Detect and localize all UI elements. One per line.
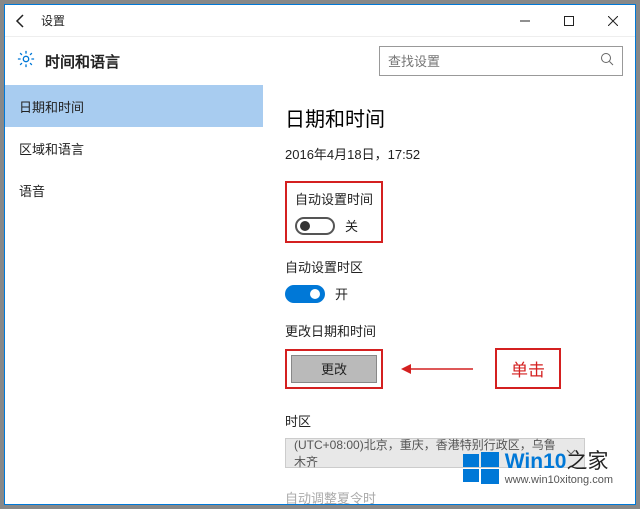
timezone-label: 时区	[285, 411, 613, 430]
watermark-url: www.win10xitong.com	[505, 474, 613, 486]
change-datetime-label: 更改日期和时间	[285, 321, 613, 340]
titlebar: 设置	[5, 5, 635, 37]
sidebar-item-label: 区域和语言	[19, 139, 84, 158]
window-title: 设置	[41, 12, 65, 29]
current-datetime: 2016年4月18日，17:52	[285, 144, 613, 163]
maximize-button[interactable]	[547, 5, 591, 37]
sidebar-item-label: 日期和时间	[19, 97, 84, 116]
annotation-box-change: 更改	[285, 349, 383, 389]
sidebar: 日期和时间 区域和语言 语音	[5, 85, 263, 504]
annotation-arrow	[401, 359, 473, 379]
page-heading: 日期和时间	[285, 103, 613, 132]
sidebar-item-region[interactable]: 区域和语言	[5, 127, 263, 169]
sidebar-item-datetime[interactable]: 日期和时间	[5, 85, 263, 127]
search-input[interactable]	[388, 54, 600, 69]
dst-label: 自动调整夏令时	[285, 488, 613, 504]
gear-icon	[17, 50, 35, 73]
auto-tz-label: 自动设置时区	[285, 257, 613, 276]
annotation-box-auto-time: 自动设置时间 关	[285, 181, 383, 243]
sidebar-item-speech[interactable]: 语音	[5, 169, 263, 211]
search-icon	[600, 52, 614, 71]
change-button[interactable]: 更改	[291, 355, 377, 383]
watermark-brand: Win10之家	[505, 450, 613, 473]
sidebar-item-label: 语音	[19, 181, 45, 200]
annotation-callout: 单击	[495, 348, 561, 389]
watermark: Win10之家 www.win10xitong.com	[461, 448, 613, 488]
search-box[interactable]	[379, 46, 623, 76]
auto-time-label: 自动设置时间	[295, 189, 373, 208]
header-title: 时间和语言	[45, 51, 120, 72]
windows-logo-icon	[461, 448, 501, 488]
close-button[interactable]	[591, 5, 635, 37]
auto-tz-toggle[interactable]	[285, 285, 325, 303]
auto-time-toggle[interactable]	[295, 217, 335, 235]
auto-time-state: 关	[345, 216, 358, 235]
header: 时间和语言	[5, 37, 635, 85]
minimize-button[interactable]	[503, 5, 547, 37]
body: 日期和时间 区域和语言 语音 日期和时间 2016年4月18日，17:52 自动…	[5, 85, 635, 504]
window-controls	[503, 5, 635, 37]
auto-tz-state: 开	[335, 284, 348, 303]
back-button[interactable]	[5, 5, 37, 37]
content-pane: 日期和时间 2016年4月18日，17:52 自动设置时间 关 自动设置时区 开…	[263, 85, 635, 504]
settings-window: 设置 时间和语言 日期和时间 区域和语言 语音 日期和时间 2016年4月18日…	[4, 4, 636, 505]
